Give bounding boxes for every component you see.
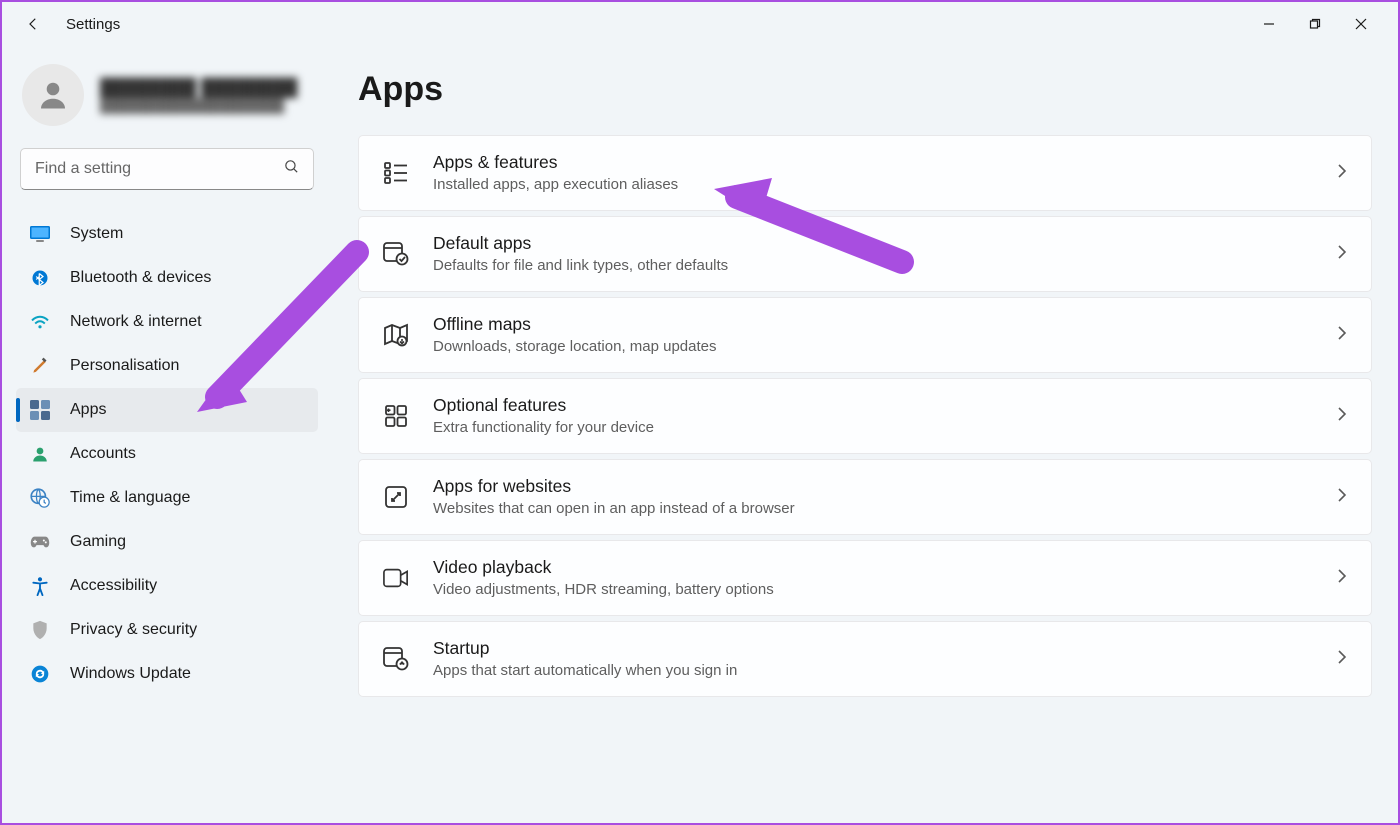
chevron-right-icon (1337, 406, 1347, 427)
profile-text: ████████ ████████ ████████████████████ (100, 78, 297, 113)
sidebar-item-personalisation[interactable]: Personalisation (16, 344, 318, 388)
default-apps-icon (383, 241, 409, 267)
chevron-right-icon (1337, 244, 1347, 265)
sidebar-item-label: Time & language (70, 489, 190, 507)
shield-icon (30, 620, 50, 640)
search-wrap (20, 148, 314, 190)
card-body: Offline mapsDownloads, storage location,… (433, 313, 1313, 357)
card-offline-maps[interactable]: Offline mapsDownloads, storage location,… (358, 297, 1372, 373)
sidebar-item-gaming[interactable]: Gaming (16, 520, 318, 564)
link-app-icon (383, 484, 409, 510)
card-subtitle: Defaults for file and link types, other … (433, 256, 1313, 276)
chevron-right-icon (1337, 163, 1347, 184)
chevron-right-icon (1337, 649, 1347, 670)
card-body: Optional featuresExtra functionality for… (433, 394, 1313, 438)
monitor-icon (30, 224, 50, 244)
card-title: Optional features (433, 394, 1313, 418)
page-title: Apps (358, 70, 1372, 109)
card-title: Video playback (433, 556, 1313, 580)
globe-clock-icon (30, 488, 50, 508)
card-body: StartupApps that start automatically whe… (433, 637, 1313, 681)
sidebar-item-label: Accounts (70, 445, 136, 463)
grid-plus-icon (383, 403, 409, 429)
startup-icon (383, 646, 409, 672)
card-subtitle: Downloads, storage location, map updates (433, 337, 1313, 357)
sidebar-item-time[interactable]: Time & language (16, 476, 318, 520)
card-title: Default apps (433, 232, 1313, 256)
sidebar: ████████ ████████ ████████████████████ S… (2, 46, 332, 823)
card-body: Default appsDefaults for file and link t… (433, 232, 1313, 276)
sidebar-item-label: Apps (70, 401, 106, 419)
sidebar-item-label: Personalisation (70, 357, 179, 375)
map-icon (383, 322, 409, 348)
sidebar-item-label: Gaming (70, 533, 126, 551)
window-controls (1246, 8, 1384, 40)
maximize-button[interactable] (1292, 8, 1338, 40)
card-body: Video playbackVideo adjustments, HDR str… (433, 556, 1313, 600)
card-video-playback[interactable]: Video playbackVideo adjustments, HDR str… (358, 540, 1372, 616)
settings-cards: Apps & featuresInstalled apps, app execu… (358, 135, 1372, 697)
gamepad-icon (30, 532, 50, 552)
profile-section[interactable]: ████████ ████████ ████████████████████ (16, 64, 318, 148)
sidebar-item-label: Windows Update (70, 665, 191, 683)
window-title: Settings (66, 16, 120, 33)
card-subtitle: Video adjustments, HDR streaming, batter… (433, 580, 1313, 600)
bluetooth-icon (30, 268, 50, 288)
chevron-right-icon (1337, 568, 1347, 589)
sidebar-item-update[interactable]: Windows Update (16, 652, 318, 696)
sidebar-item-system[interactable]: System (16, 212, 318, 256)
back-button[interactable] (16, 7, 50, 41)
avatar (22, 64, 84, 126)
sidebar-item-privacy[interactable]: Privacy & security (16, 608, 318, 652)
search-input[interactable] (20, 148, 314, 190)
card-title: Offline maps (433, 313, 1313, 337)
card-title: Apps & features (433, 151, 1313, 175)
sidebar-item-apps[interactable]: Apps (16, 388, 318, 432)
video-icon (383, 565, 409, 591)
sidebar-item-label: System (70, 225, 123, 243)
card-body: Apps for websitesWebsites that can open … (433, 475, 1313, 519)
card-subtitle: Installed apps, app execution aliases (433, 175, 1313, 195)
person-icon (30, 444, 50, 464)
sidebar-item-label: Accessibility (70, 577, 157, 595)
wifi-icon (30, 312, 50, 332)
sidebar-item-accessibility[interactable]: Accessibility (16, 564, 318, 608)
sidebar-item-label: Bluetooth & devices (70, 269, 211, 287)
list-icon (383, 160, 409, 186)
sidebar-item-network[interactable]: Network & internet (16, 300, 318, 344)
nav-list: System Bluetooth & devices Network & inter… (16, 212, 318, 696)
accessibility-icon (30, 576, 50, 596)
card-default-apps[interactable]: Default appsDefaults for file and link t… (358, 216, 1372, 292)
chevron-right-icon (1337, 487, 1347, 508)
card-subtitle: Extra functionality for your device (433, 418, 1313, 438)
card-title: Startup (433, 637, 1313, 661)
sidebar-item-bluetooth[interactable]: Bluetooth & devices (16, 256, 318, 300)
minimize-button[interactable] (1246, 8, 1292, 40)
card-apps-websites[interactable]: Apps for websitesWebsites that can open … (358, 459, 1372, 535)
chevron-right-icon (1337, 325, 1347, 346)
apps-icon (30, 400, 50, 420)
card-title: Apps for websites (433, 475, 1313, 499)
card-body: Apps & featuresInstalled apps, app execu… (433, 151, 1313, 195)
card-subtitle: Apps that start automatically when you s… (433, 661, 1313, 681)
sidebar-item-accounts[interactable]: Accounts (16, 432, 318, 476)
card-optional-features[interactable]: Optional featuresExtra functionality for… (358, 378, 1372, 454)
sidebar-item-label: Privacy & security (70, 621, 197, 639)
card-subtitle: Websites that can open in an app instead… (433, 499, 1313, 519)
main-content: Apps Apps & featuresInstalled apps, app … (332, 46, 1398, 823)
card-apps-features[interactable]: Apps & featuresInstalled apps, app execu… (358, 135, 1372, 211)
titlebar: Settings (2, 2, 1398, 46)
search-icon (283, 158, 300, 180)
paintbrush-icon (30, 356, 50, 376)
sidebar-item-label: Network & internet (70, 313, 202, 331)
card-startup[interactable]: StartupApps that start automatically whe… (358, 621, 1372, 697)
update-icon (30, 664, 50, 684)
close-button[interactable] (1338, 8, 1384, 40)
